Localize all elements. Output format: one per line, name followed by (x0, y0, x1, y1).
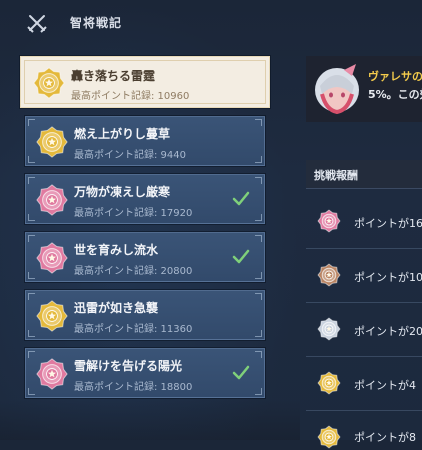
challenge-score: 最高ポイント記録: 17920 (74, 208, 193, 219)
checkmark-icon (232, 249, 250, 264)
pink-medal-icon (317, 209, 341, 233)
banner-text-line2: 5%。この効 (368, 88, 422, 101)
reward-row[interactable]: ポイントが16 (306, 196, 422, 249)
gold-medal-icon (317, 371, 341, 395)
challenge-name: 燃え上がりし蔓草 (74, 127, 171, 141)
challenge-list: 轟き落ちる雷霆 最高ポイント記録: 10960 燃え上がりし蔓草 最高ポイント記… (19, 55, 271, 406)
gold-medal-icon (33, 67, 65, 99)
checkmark-icon (232, 191, 250, 206)
reward-text: ポイントが4 (354, 379, 416, 392)
crossed-swords-icon (27, 15, 47, 33)
gold-medal-icon (36, 300, 68, 332)
reward-row[interactable]: ポイントが8 (306, 412, 422, 449)
challenge-score: 最高ポイント記録: 20800 (74, 266, 193, 277)
bronze-medal-icon (317, 263, 341, 287)
reward-text: ポイントが10 (354, 271, 422, 284)
reward-row[interactable]: ポイントが20 (306, 304, 422, 357)
challenge-name: 世を育みし流水 (74, 243, 159, 257)
challenge-item[interactable]: 世を育みし流水 最高ポイント記録: 20800 (24, 231, 266, 283)
bottom-fade (0, 400, 300, 440)
pink-medal-icon (36, 184, 68, 216)
reward-row[interactable]: ポイントが4 (306, 358, 422, 411)
rewards-header: 挑戦報酬 (306, 160, 422, 189)
challenge-name: 雪解けを告げる陽光 (74, 359, 183, 373)
pink-medal-icon (36, 358, 68, 390)
gold-medal-icon (317, 425, 341, 449)
challenge-item[interactable]: 燃え上がりし蔓草 最高ポイント記録: 9440 (24, 115, 266, 167)
challenge-score: 最高ポイント記録: 10960 (71, 91, 190, 102)
banner-text-line1: ヴァレサの (368, 70, 422, 83)
challenge-score: 最高ポイント記録: 9440 (74, 150, 186, 161)
challenge-item[interactable]: 轟き落ちる雷霆 最高ポイント記録: 10960 (19, 55, 271, 109)
page-title: 智将戦記 (70, 16, 123, 30)
character-portrait-icon (315, 64, 359, 115)
checkmark-icon (232, 365, 250, 380)
detail-panel: ヴァレサの 5%。この効 挑戦報酬 ポイントが16 ポイントが10 ポイントが2… (300, 0, 422, 449)
challenge-item[interactable]: 雪解けを告げる陽光 最高ポイント記録: 18800 (24, 347, 266, 399)
pink-medal-icon (36, 242, 68, 274)
rewards-title: 挑戦報酬 (314, 169, 358, 182)
silver-medal-icon (317, 317, 341, 341)
reward-text: ポイントが16 (354, 217, 422, 230)
reward-text: ポイントが20 (354, 325, 422, 338)
reward-row[interactable]: ポイントが10 (306, 250, 422, 303)
challenge-name: 迅雷が如き急襲 (74, 301, 159, 315)
challenge-score: 最高ポイント記録: 11360 (74, 324, 193, 335)
reward-text: ポイントが8 (354, 431, 416, 444)
character-banner: ヴァレサの 5%。この効 (306, 56, 422, 122)
challenge-name: 轟き落ちる雷霆 (71, 69, 156, 83)
challenge-item[interactable]: 迅雷が如き急襲 最高ポイント記録: 11360 (24, 289, 266, 341)
challenge-score: 最高ポイント記録: 18800 (74, 382, 193, 393)
challenge-item[interactable]: 万物が凍えし厳寒 最高ポイント記録: 17920 (24, 173, 266, 225)
header: 智将戦記 (0, 0, 300, 46)
gold-medal-icon (36, 126, 68, 158)
challenge-name: 万物が凍えし厳寒 (74, 185, 171, 199)
